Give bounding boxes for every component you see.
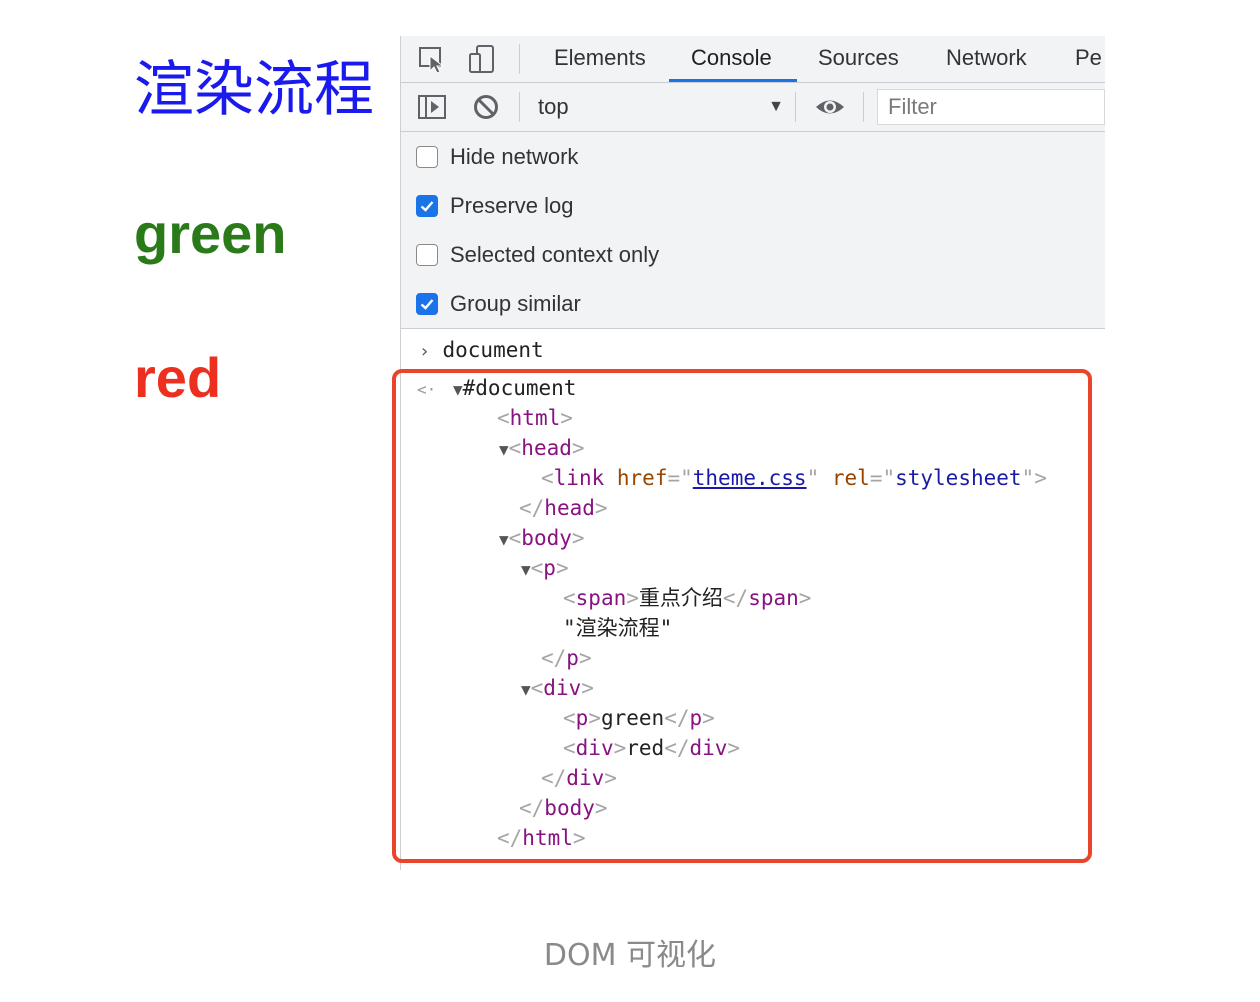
console-input-line: › document (419, 335, 544, 365)
tab-console[interactable]: Console (691, 36, 772, 82)
checkmark-icon (420, 299, 434, 310)
console-filter-input[interactable]: Filter (877, 89, 1105, 125)
console-input-text: document (442, 338, 544, 362)
devtools-tabbar: Elements Console Sources Network Pe (401, 36, 1105, 83)
setting-hide-network[interactable]: Hide network (416, 140, 578, 174)
preview-red-text: red (134, 346, 222, 409)
figure-caption: DOM 可视化 (543, 938, 717, 973)
tab-elements[interactable]: Elements (554, 36, 646, 82)
setting-preserve-log[interactable]: Preserve log (416, 189, 574, 223)
live-expression-eye-icon[interactable] (814, 92, 844, 122)
setting-group-similar[interactable]: Group similar (416, 287, 581, 321)
group-similar-label: Group similar (450, 291, 581, 316)
selected-context-label: Selected context only (450, 242, 660, 267)
show-sidebar-icon[interactable] (417, 92, 447, 122)
tab-performance[interactable]: Pe (1075, 36, 1102, 82)
checkmark-icon (420, 201, 434, 212)
inspect-element-icon[interactable] (417, 44, 447, 74)
toolbar-divider (863, 92, 864, 122)
preserve-log-label: Preserve log (450, 193, 574, 218)
preview-green-text: green (134, 202, 287, 265)
toolbar-divider (795, 92, 796, 122)
preserve-log-checkbox[interactable] (416, 195, 438, 217)
preview-heading: 渲染流程 (134, 55, 374, 125)
setting-selected-context-only[interactable]: Selected context only (416, 238, 659, 272)
context-selector-value: top (538, 94, 569, 119)
clear-console-icon[interactable] (471, 92, 501, 122)
device-toolbar-icon[interactable] (467, 44, 497, 74)
highlight-box (392, 369, 1092, 863)
toolbar-divider (519, 44, 520, 74)
hide-network-checkbox[interactable] (416, 146, 438, 168)
active-tab-indicator (669, 79, 797, 82)
prompt-chevron-icon: › (419, 341, 430, 362)
console-toolbar: top ▼ Filter (401, 83, 1105, 132)
tab-network[interactable]: Network (946, 36, 1027, 82)
tab-sources[interactable]: Sources (818, 36, 899, 82)
group-similar-checkbox[interactable] (416, 293, 438, 315)
console-settings-panel: Hide network Preserve log Selected conte… (401, 132, 1105, 329)
selected-context-checkbox[interactable] (416, 244, 438, 266)
hide-network-label: Hide network (450, 144, 579, 169)
toolbar-divider (519, 92, 520, 122)
context-selector[interactable]: top ▼ (538, 83, 784, 131)
dropdown-arrow-icon: ▼ (768, 98, 784, 115)
